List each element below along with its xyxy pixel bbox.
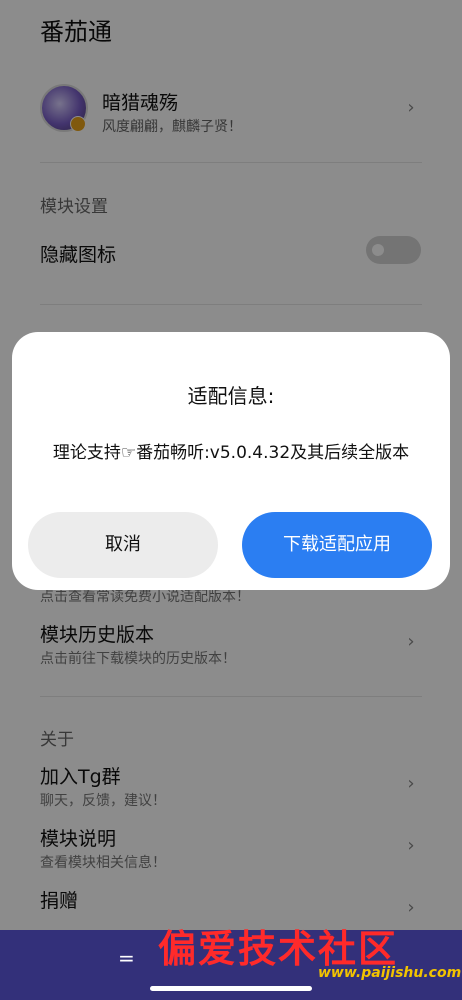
dialog-title: 适配信息: (187, 384, 275, 408)
download-app-button[interactable]: 下载适配应用 (242, 512, 432, 578)
cancel-button[interactable]: 取消 (28, 512, 218, 578)
dialog-body: 理论支持☞番茄畅听:v5.0.4.32及其后续全版本 (52, 443, 410, 463)
adapt-info-dialog: 适配信息: 理论支持☞番茄畅听:v5.0.4.32及其后续全版本 取消 下载适配… (12, 332, 450, 590)
menu-icon[interactable]: = (118, 946, 135, 970)
home-indicator[interactable] (150, 986, 312, 991)
watermark-url: www.paijishu.com (318, 965, 462, 981)
